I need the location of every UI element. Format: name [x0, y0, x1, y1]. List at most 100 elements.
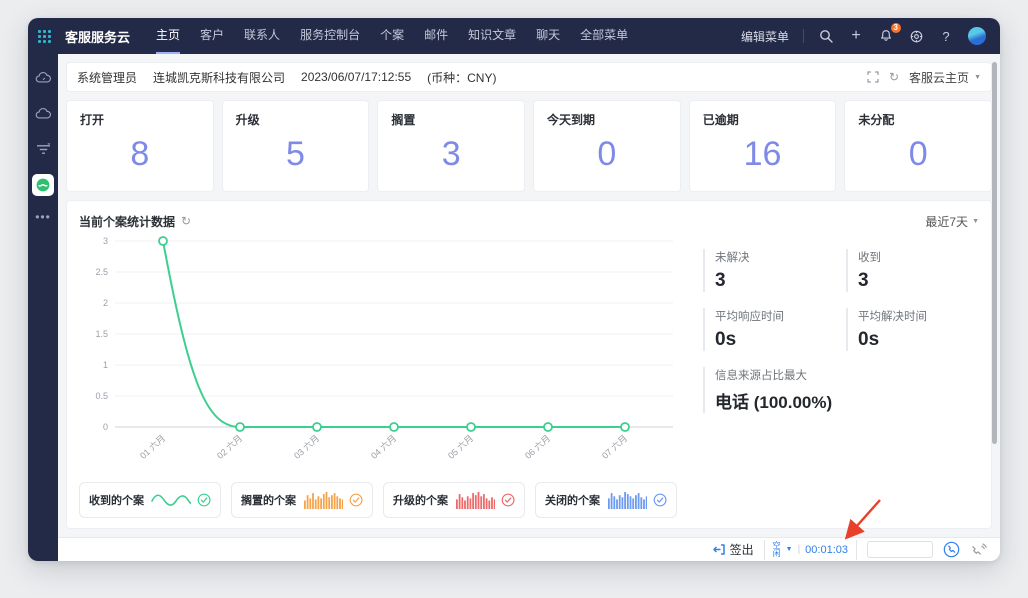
kpi-value: 0s — [715, 329, 737, 350]
app-launcher-icon[interactable] — [38, 29, 51, 43]
case-type-label: 关闭的个案 — [545, 495, 600, 507]
context-header: 系统管理员 连城凯克斯科技有限公司 2023/06/07/17:12:55 (币… — [66, 62, 992, 92]
dashboard-select[interactable]: 客服云主页 ▼ — [909, 69, 981, 86]
date-range-dropdown[interactable]: 最近7天 ▼ — [925, 213, 979, 230]
call-phone-icon[interactable] — [943, 541, 960, 558]
case-type-label: 搁置的个案 — [241, 495, 296, 507]
kpi-3: 平均解决时间 0s — [846, 308, 979, 351]
check-circle-icon — [501, 493, 515, 507]
vertical-scrollbar[interactable] — [992, 62, 997, 444]
case-type-card-3[interactable]: 关闭的个案 — [535, 482, 677, 518]
refresh-icon[interactable]: ↻ — [889, 70, 899, 84]
case-type-card-0[interactable]: 收到的个案 — [79, 482, 221, 518]
company-name: 连城凯克斯科技有限公司 — [153, 70, 286, 85]
page-content: 系统管理员 连城凯克斯科技有限公司 2023/06/07/17:12:55 (币… — [58, 54, 1000, 537]
stat-card-1[interactable]: 升级 5 — [221, 100, 370, 192]
help-icon[interactable]: ? — [938, 28, 954, 44]
nav-item-0[interactable]: 主页 — [156, 18, 181, 54]
stat-card-label: 打开 — [80, 113, 105, 127]
panel-refresh-icon[interactable]: ↻ — [181, 214, 191, 228]
settings-gear-icon[interactable] — [908, 28, 924, 44]
main-menu: 主页 客户 联系人 服务控制台 个案 邮件 知识文章 聊天 全部菜单 — [146, 18, 741, 54]
nav-item-7[interactable]: 聊天 — [536, 18, 560, 54]
currency: (币种：CNY) — [427, 70, 497, 85]
stat-card-label: 已逾期 — [702, 113, 739, 127]
call-forward-phone-icon[interactable] — [970, 542, 988, 557]
brand-title: 客服服务云 — [65, 29, 131, 45]
top-navigation-bar: 客服服务云 主页 客户 联系人 服务控制台 个案 邮件 知识文章 聊天 全部菜单 编辑菜单 + … — [28, 18, 1000, 54]
kpi-4: 信息来源占比最大 电话 (100.00%) — [703, 367, 979, 413]
agent-state-dropdown[interactable]: 空 闲 ▼ | 00:01:03 — [763, 539, 857, 560]
dial-number-input[interactable] — [867, 541, 933, 558]
kpi-label: 收到 — [858, 252, 881, 264]
add-icon[interactable]: + — [848, 27, 864, 44]
stat-card-label: 未分配 — [858, 113, 895, 127]
user-role: 系统管理员 — [77, 70, 138, 85]
dashboard-select-value: 客服云主页 — [909, 70, 970, 85]
sparkline-wave-icon — [151, 494, 191, 506]
svg-text:02 六月: 02 六月 — [214, 432, 244, 461]
nav-item-6[interactable]: 知识文章 — [468, 18, 516, 54]
app-window: 客服服务云 主页 客户 联系人 服务控制台 个案 邮件 知识文章 聊天 全部菜单 编辑菜单 + … — [28, 18, 1000, 561]
fullscreen-icon[interactable] — [867, 71, 879, 83]
signout-button[interactable]: 签出 — [712, 541, 754, 558]
topbar-actions: 编辑菜单 + 3 ? — [741, 23, 986, 45]
check-circle-icon — [349, 493, 363, 507]
sidebar-item-service-cloud-active[interactable] — [32, 174, 54, 196]
nav-item-4[interactable]: 个案 — [380, 18, 404, 54]
nav-item-2[interactable]: 联系人 — [244, 18, 280, 54]
kpi-value: 电话 (100.00%) — [715, 393, 833, 412]
chevron-down-icon: ▼ — [972, 217, 979, 225]
sidebar-item-cloud[interactable] — [32, 102, 54, 124]
stat-card-value: 3 — [441, 135, 461, 173]
check-circle-icon — [197, 493, 211, 507]
stat-card-label: 今天到期 — [547, 113, 596, 127]
sparkline-bars-icon — [608, 492, 647, 510]
stat-card-3[interactable]: 今天到期 0 — [533, 100, 681, 192]
notifications-bell-icon[interactable]: 3 — [878, 23, 901, 44]
case-trend-line-chart: 0 0.5 1 1.5 2 2.5 3 01 六月 02 六月 03 六月 04 六月 05 六月 06… — [79, 231, 689, 478]
nav-item-3[interactable]: 服务控制台 — [300, 18, 360, 54]
notification-badge: 3 — [890, 23, 901, 33]
stat-card-2[interactable]: 搁置 3 — [377, 100, 526, 192]
stat-card-value: 0 — [597, 135, 617, 173]
kpi-1: 收到 3 — [846, 249, 979, 292]
svg-text:01 六月: 01 六月 — [137, 432, 167, 461]
datetime: 2023/06/07/17:12:55 — [301, 70, 412, 84]
stat-card-value: 0 — [908, 135, 928, 173]
nav-item-1[interactable]: 客户 — [200, 18, 224, 54]
case-type-card-2[interactable]: 升级的个案 — [383, 482, 525, 518]
left-app-rail: ••• — [28, 54, 58, 561]
search-icon[interactable] — [818, 28, 834, 44]
svg-text:0: 0 — [103, 422, 108, 432]
svg-text:2: 2 — [103, 298, 108, 308]
kpi-label: 未解决 — [715, 252, 750, 264]
case-type-card-1[interactable]: 搁置的个案 — [231, 482, 373, 518]
sidebar-item-funnel[interactable] — [32, 138, 54, 160]
sidebar-item-cloud-gauge[interactable] — [32, 66, 54, 88]
svg-text:3: 3 — [103, 236, 108, 246]
svg-text:06 六月: 06 六月 — [522, 432, 552, 461]
case-type-label: 收到的个案 — [89, 495, 144, 507]
svg-text:03 六月: 03 六月 — [291, 432, 321, 461]
svg-text:04 六月: 04 六月 — [368, 432, 398, 461]
stat-card-4[interactable]: 已逾期 16 — [688, 100, 837, 192]
stat-card-label: 升级 — [235, 113, 260, 127]
panel-title: 当前个案统计数据 — [79, 214, 176, 229]
divider — [803, 29, 804, 43]
edit-menu-button[interactable]: 编辑菜单 — [741, 28, 789, 45]
stat-card-5[interactable]: 未分配 0 — [844, 100, 993, 192]
user-avatar[interactable] — [968, 27, 986, 45]
case-statistics-panel: 当前个案统计数据 ↻ 最近7天 ▼ 0 0.5 1 1.5 2 2.5 3 01 六月 02 六… — [66, 200, 992, 529]
kpi-value: 0s — [858, 329, 880, 350]
stat-card-0[interactable]: 打开 8 — [66, 100, 214, 192]
case-type-toggle-row: 收到的个案 搁置的个案 升级的个案 关闭的个案 — [79, 482, 979, 518]
sparkline-bars-icon — [304, 492, 343, 510]
kpi-grid: 未解决 3 收到 3 平均响应时间 0s 平均解决时间 0s 信息来源占比最大 电话 (… — [703, 231, 979, 478]
nav-item-8[interactable]: 全部菜单 — [580, 18, 628, 54]
kpi-label: 信息来源占比最大 — [715, 370, 807, 382]
svg-text:1.5: 1.5 — [95, 329, 108, 339]
status-bar: 签出 空 闲 ▼ | 00:01:03 — [58, 537, 1000, 561]
nav-item-5[interactable]: 邮件 — [424, 18, 448, 54]
sidebar-more-icon[interactable]: ••• — [35, 210, 51, 224]
